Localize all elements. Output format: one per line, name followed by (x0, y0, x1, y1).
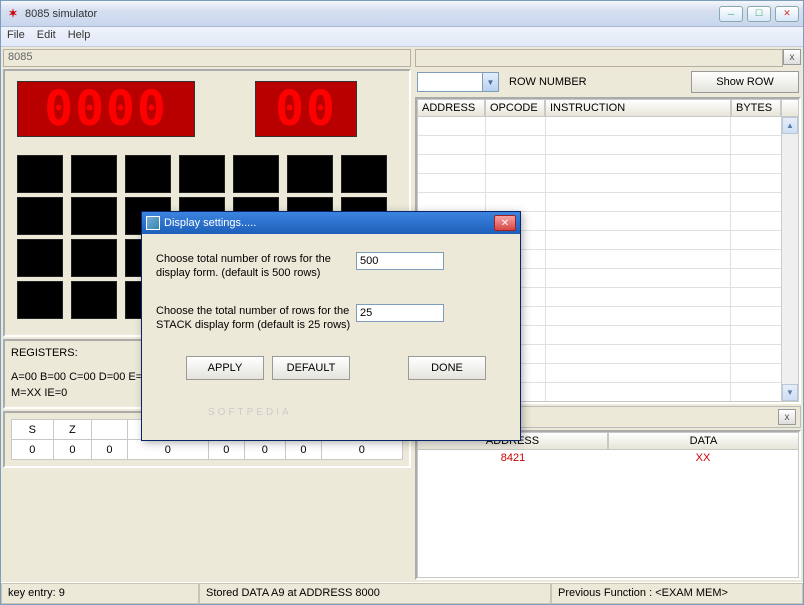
col-opcode[interactable]: OPCODE (485, 99, 545, 117)
flag-header: Z (53, 420, 92, 440)
status-stored-data: Stored DATA A9 at ADDRESS 8000 (199, 583, 551, 604)
display-settings-dialog: Display settings..... ✕ Choose total num… (141, 211, 521, 441)
flag-header (92, 420, 128, 440)
keypad-key[interactable] (341, 155, 387, 193)
keypad-key[interactable] (179, 155, 225, 193)
dialog-close-button[interactable]: ✕ (494, 215, 516, 231)
left-panel-title: 8085 (3, 49, 411, 67)
rows-display-input[interactable] (356, 252, 444, 270)
app-icon: ✶ (5, 6, 21, 22)
keypad-key[interactable] (17, 239, 63, 277)
menu-file[interactable]: File (7, 29, 25, 44)
menubar: File Edit Help (1, 27, 803, 47)
rows-stack-label: Choose the total number of rows for the … (156, 304, 356, 332)
keypad-key[interactable] (17, 155, 63, 193)
menu-help[interactable]: Help (68, 29, 91, 44)
col-instruction[interactable]: INSTRUCTION (545, 99, 731, 117)
keypad-key[interactable] (287, 155, 333, 193)
flag-value: 0 (286, 440, 322, 460)
keypad-key[interactable] (71, 155, 117, 193)
keypad-key[interactable] (125, 155, 171, 193)
keypad-key[interactable] (17, 197, 63, 235)
close-button[interactable]: ✕ (775, 6, 799, 22)
status-previous-function: Previous Function : <EXAM MEM> (551, 583, 803, 604)
col-scroll-corner (781, 99, 799, 117)
flag-value: 0 (92, 440, 128, 460)
window-title: 8085 simulator (25, 8, 719, 20)
watermark: SOFTPEDIA (208, 407, 292, 418)
flag-value: 0 (127, 440, 208, 460)
keypad-key[interactable] (17, 281, 63, 319)
status-key-entry: key entry: 9 (1, 583, 199, 604)
row-number-label: ROW NUMBER (503, 76, 687, 88)
right-panel-title (415, 49, 783, 67)
scroll-up-icon[interactable]: ▲ (782, 117, 798, 134)
row-number-combo[interactable]: ▼ (417, 72, 499, 92)
keypad-key[interactable] (71, 239, 117, 277)
led-data-display: 00 (255, 81, 357, 137)
keypad-key[interactable] (71, 281, 117, 319)
menu-edit[interactable]: Edit (37, 29, 56, 44)
col-bytes[interactable]: BYTES (731, 99, 781, 117)
apply-button[interactable]: APPLY (186, 356, 264, 380)
panel-close-button[interactable]: x (783, 49, 801, 65)
minimize-button[interactable]: ─ (719, 6, 743, 22)
stack-close-button[interactable]: x (778, 409, 796, 425)
instruction-table-header: ADDRESS OPCODE INSTRUCTION BYTES (417, 99, 799, 117)
dialog-title: Display settings..... (164, 217, 256, 229)
maximize-button[interactable]: ☐ (747, 6, 771, 22)
content-area: 8085 0000 00 REGISTERS: A=00 B=00 C=00 D… (1, 47, 803, 582)
flag-value: 0 (12, 440, 54, 460)
stack-body[interactable]: 8421 XX (417, 450, 799, 578)
titlebar[interactable]: ✶ 8085 simulator ─ ☐ ✕ (1, 1, 803, 27)
rows-stack-input[interactable] (356, 304, 444, 322)
scroll-down-icon[interactable]: ▼ (782, 384, 798, 401)
chevron-down-icon[interactable]: ▼ (482, 73, 498, 91)
flag-value: 0 (53, 440, 92, 460)
scrollbar[interactable]: ▲ ▼ (781, 117, 798, 401)
led-address-display: 0000 (17, 81, 195, 137)
flag-header: S (12, 420, 54, 440)
keypad-key[interactable] (233, 155, 279, 193)
stack-address-value: 8421 (418, 450, 608, 577)
flag-value: 0 (208, 440, 244, 460)
dialog-body: Choose total number of rows for the disp… (142, 234, 520, 440)
stack-col-data[interactable]: DATA (608, 432, 799, 450)
show-row-button[interactable]: Show ROW (691, 71, 799, 93)
dialog-titlebar[interactable]: Display settings..... ✕ (142, 212, 520, 234)
stack-frame: ADDRESS DATA 8421 XX (415, 430, 801, 580)
flag-value: 0 (321, 440, 402, 460)
rows-display-label: Choose total number of rows for the disp… (156, 252, 356, 280)
statusbar: key entry: 9 Stored DATA A9 at ADDRESS 8… (1, 582, 803, 604)
keypad-key[interactable] (71, 197, 117, 235)
window-controls: ─ ☐ ✕ (719, 6, 799, 22)
stack-data-value: XX (608, 450, 798, 577)
row-input-bar: ▼ ROW NUMBER Show ROW (415, 69, 801, 95)
main-window: ✶ 8085 simulator ─ ☐ ✕ File Edit Help 80… (0, 0, 804, 605)
done-button[interactable]: DONE (408, 356, 486, 380)
flag-value: 0 (244, 440, 286, 460)
dialog-icon (146, 216, 160, 230)
col-address[interactable]: ADDRESS (417, 99, 485, 117)
default-button[interactable]: DEFAULT (272, 356, 350, 380)
